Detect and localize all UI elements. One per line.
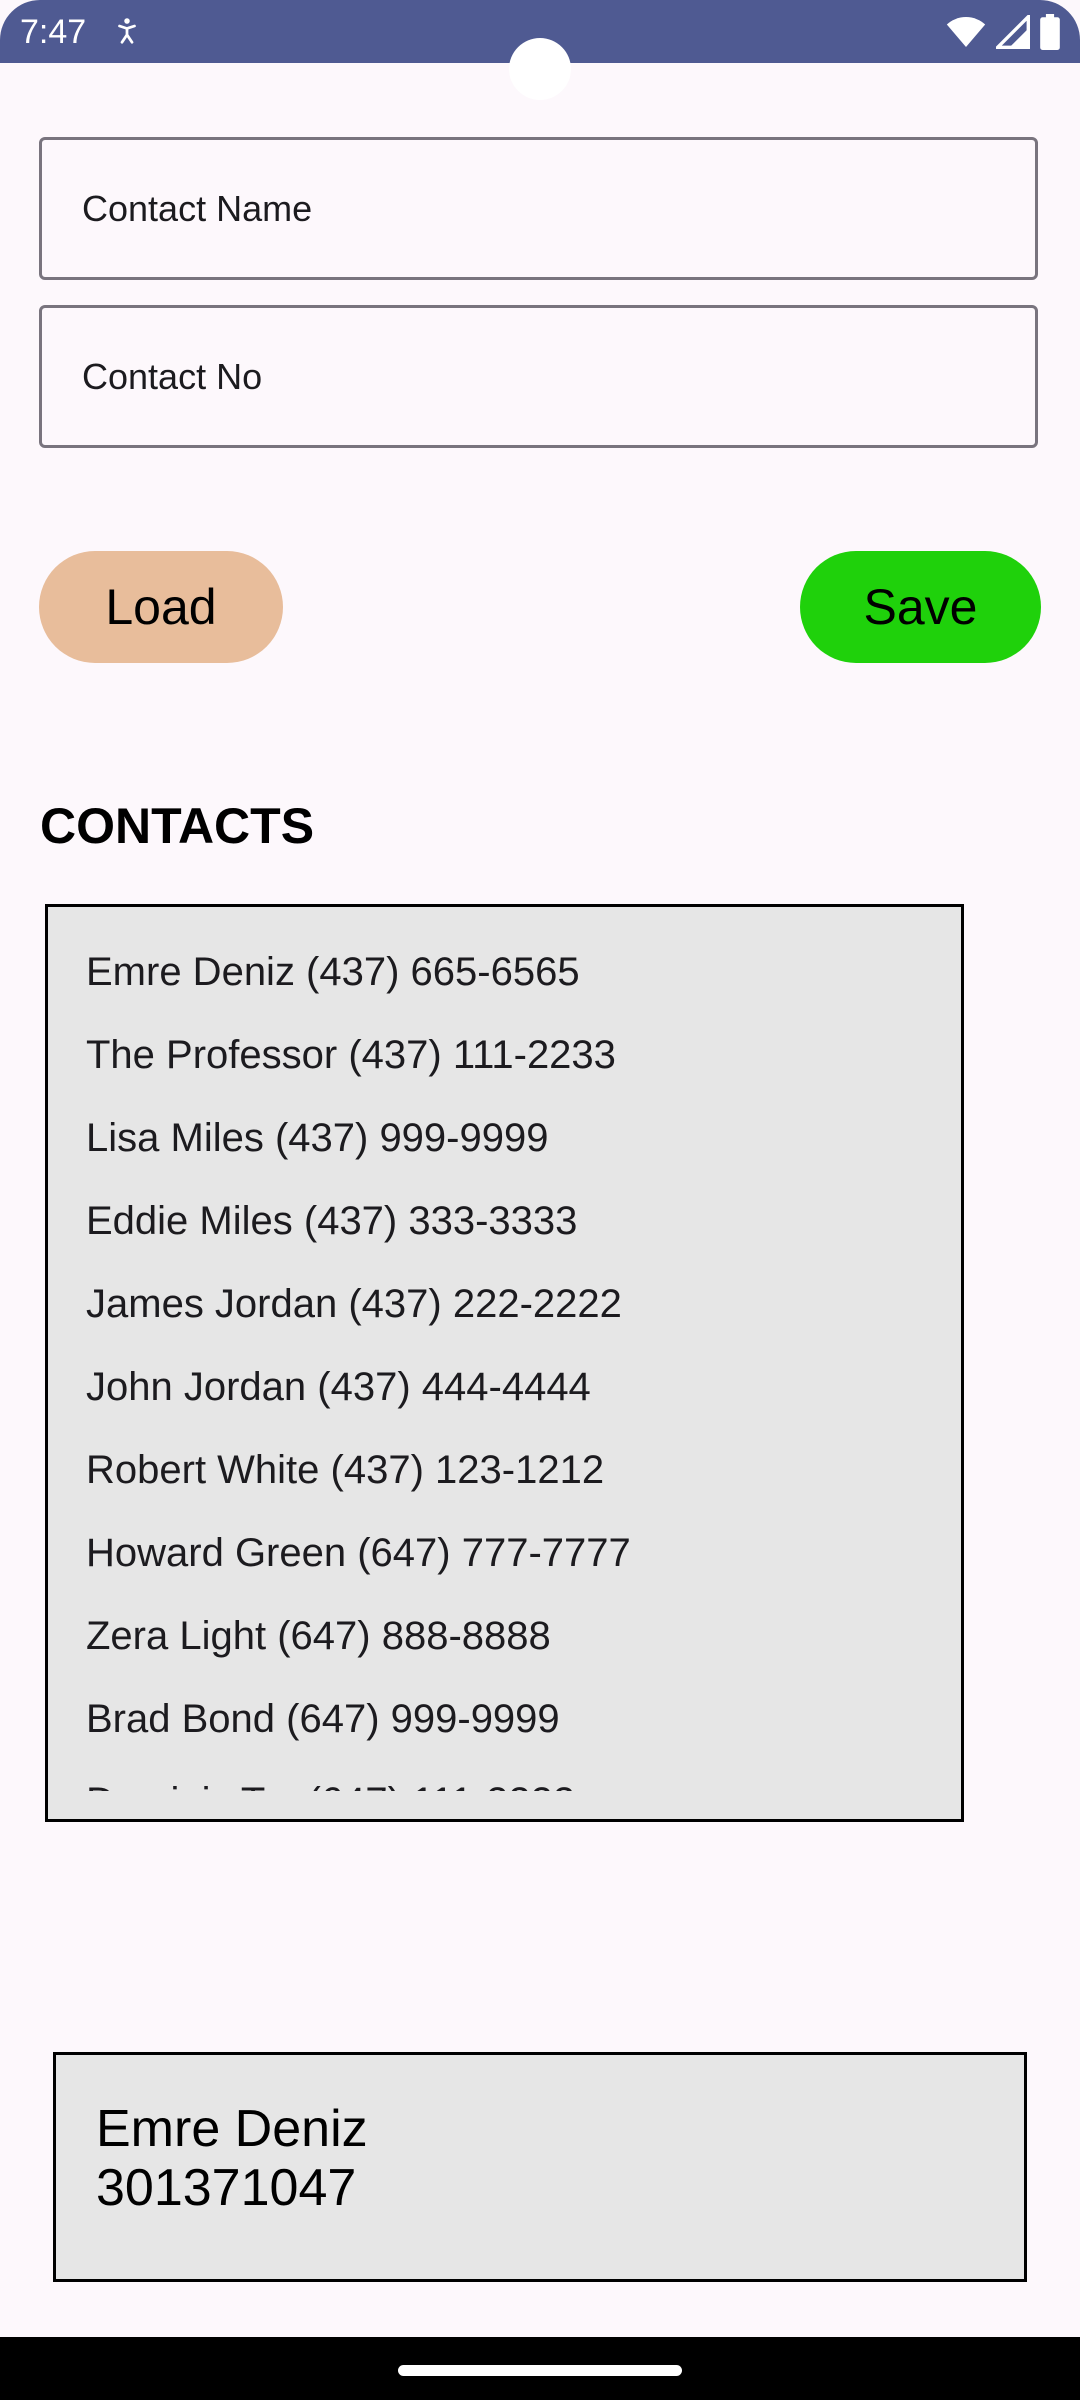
contact-name-field[interactable]	[39, 137, 1038, 280]
contact-item[interactable]: James Jordan (437) 222-2222	[86, 1279, 946, 1362]
camera-cutout	[509, 38, 571, 100]
contact-item[interactable]: Zera Light (647) 888-8888	[86, 1611, 946, 1694]
contact-item[interactable]: Brad Bond (647) 999-9999	[86, 1694, 946, 1777]
contact-item[interactable]: Emre Deniz (437) 665-6565	[86, 947, 946, 1030]
contacts-heading: CONTACTS	[40, 798, 315, 854]
contact-item[interactable]: John Jordan (437) 444-4444	[86, 1362, 946, 1445]
selected-contact-number: 301371047	[96, 2159, 357, 2217]
home-indicator[interactable]	[398, 2365, 682, 2376]
contact-item[interactable]: Lisa Miles (437) 999-9999	[86, 1113, 946, 1196]
accessibility-icon	[118, 18, 136, 44]
status-icons	[946, 12, 1060, 52]
save-button[interactable]: Save	[800, 551, 1041, 663]
contacts-list[interactable]: Emre Deniz (437) 665-6565 The Professor …	[45, 904, 964, 1822]
signal-icon	[996, 15, 1030, 49]
contact-item[interactable]: Howard Green (647) 777-7777	[86, 1528, 946, 1611]
battery-icon	[1040, 14, 1060, 50]
contact-number-field[interactable]	[39, 305, 1038, 448]
load-button[interactable]: Load	[39, 551, 283, 663]
selected-contact-name: Emre Deniz	[96, 2100, 368, 2158]
status-time: 7:47	[20, 13, 87, 51]
contact-number-input[interactable]	[82, 308, 982, 445]
contact-item[interactable]: Eddie Miles (437) 333-3333	[86, 1196, 946, 1279]
selected-contact-panel: Emre Deniz 301371047	[53, 2052, 1027, 2282]
contact-name-input[interactable]	[82, 140, 982, 277]
list-clip-edge	[48, 1791, 961, 1819]
contact-item[interactable]: Robert White (437) 123-1212	[86, 1445, 946, 1528]
contact-item[interactable]: The Professor (437) 111-2233	[86, 1030, 946, 1113]
wifi-icon	[946, 17, 986, 47]
